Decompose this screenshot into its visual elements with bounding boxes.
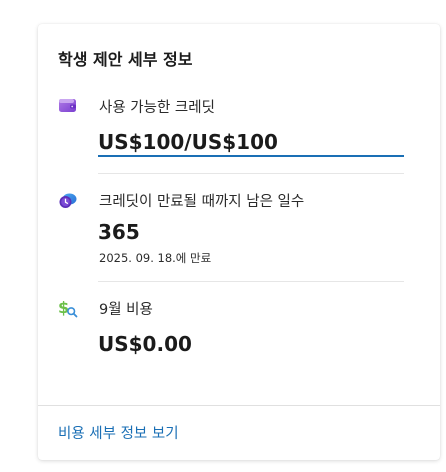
wallet-icon [58,96,78,116]
student-offer-card: 학생 제안 세부 정보 사용 가능한 크레딧 US$100/US$100 크레딧… [38,24,440,460]
expiry-date: 2025. 09. 18.에 만료 [99,251,212,265]
svg-text:$: $ [58,298,69,317]
dollar-search-icon: $ [58,298,78,318]
clock-cloud-icon [58,190,78,210]
divider [98,173,404,174]
credits-value: US$100/US$100 [98,130,278,154]
card-title: 학생 제안 세부 정보 [58,50,193,69]
days-left-section: 크레딧이 만료될 때까지 남은 일수 365 2025. 09. 18.에 만료 [58,190,404,280]
view-cost-details-link[interactable]: 비용 세부 정보 보기 [58,422,179,443]
credits-section: 사용 가능한 크레딧 US$100/US$100 [58,96,404,166]
credits-label: 사용 가능한 크레딧 [99,100,215,116]
divider [98,281,404,282]
cost-value: US$0.00 [98,332,192,356]
credits-underline [98,155,404,157]
days-left-value: 365 [98,220,140,244]
days-left-label: 크레딧이 만료될 때까지 남은 일수 [99,194,305,210]
cost-label: 9월 비용 [99,302,153,318]
card-footer: 비용 세부 정보 보기 [38,405,440,460]
cost-section: $ 9월 비용 US$0.00 [58,298,404,368]
